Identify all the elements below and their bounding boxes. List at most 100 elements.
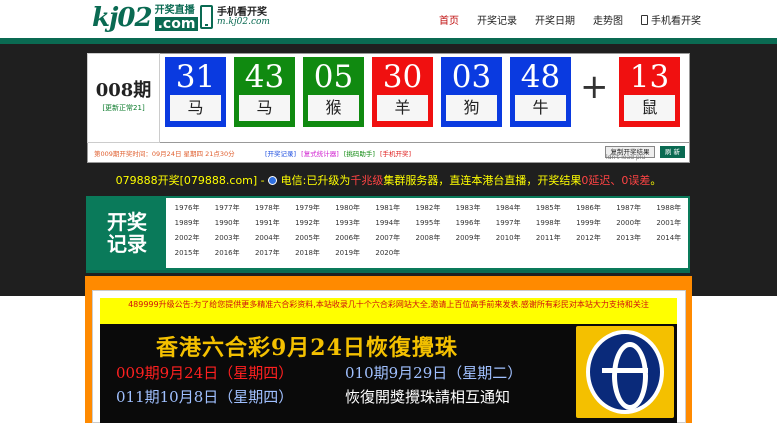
year-link[interactable]: 2003年 (207, 231, 247, 246)
year-link[interactable]: 1984年 (488, 201, 528, 216)
year-link[interactable]: 2017年 (247, 246, 287, 261)
ball-number: 05 (313, 59, 354, 95)
ticker-part-3: 千兆级 (350, 174, 384, 187)
next-draw-time: 第009期开奖时间：09月24日 星期四 21点30分 (94, 150, 235, 158)
year-link[interactable]: 1983年 (448, 201, 488, 216)
nav-home[interactable]: 首页 (439, 12, 459, 27)
refresh-button[interactable]: 刷 新 (660, 146, 685, 158)
logo-main: kj02 (92, 3, 153, 33)
ball-zodiac: 牛 (515, 95, 566, 121)
year-link[interactable]: 2000年 (609, 216, 649, 231)
year-link[interactable]: 1998年 (528, 216, 568, 231)
ball-zodiac: 马 (170, 95, 221, 121)
year-link[interactable]: 2008年 (408, 231, 448, 246)
banner-row-1a: 009期9月24日（星期四） (116, 364, 294, 382)
mobile-text: 手机看开奖 m.kj02.com (217, 7, 270, 28)
nav-mobile[interactable]: 手机看开奖 (641, 12, 701, 27)
banner-row-1b: 010期9月29日（星期二） (345, 364, 523, 382)
ball-number: 31 (175, 59, 216, 95)
year-grid: 1976年 1977年 1978年 1979年 1980年 1981年 1982年 1983年… (166, 198, 688, 268)
year-link[interactable]: 1995年 (408, 216, 448, 231)
year-link[interactable]: 1993年 (328, 216, 368, 231)
year-link[interactable]: 2018年 (287, 246, 327, 261)
year-link[interactable]: 2019年 (328, 246, 368, 261)
special-ball: 13 鼠 (619, 57, 680, 127)
ball-number: 43 (244, 59, 285, 95)
year-link[interactable]: 2011年 (528, 231, 568, 246)
announcement-ticker: 079888开奖[079888.com] - 电信:已升级为千兆级集群服务器，直… (0, 172, 777, 188)
year-link[interactable]: 1982年 (408, 201, 448, 216)
year-link[interactable]: 1989年 (167, 216, 207, 231)
year-link[interactable]: 1996年 (448, 216, 488, 231)
year-link[interactable]: 2007年 (368, 231, 408, 246)
year-link[interactable]: 2015年 (167, 246, 207, 261)
link-pick-helper[interactable]: [挑码助手] (344, 150, 375, 158)
year-link[interactable]: 1977年 (207, 201, 247, 216)
ball-6: 48 牛 (510, 57, 571, 127)
plugin-error-text: ldn't load plu (606, 154, 646, 161)
telecom-icon (268, 176, 278, 185)
ball-number: 48 (520, 59, 561, 95)
year-link[interactable]: 2002年 (167, 231, 207, 246)
year-link[interactable]: 1981年 (368, 201, 408, 216)
year-link[interactable]: 2005年 (287, 231, 327, 246)
year-link[interactable]: 2001年 (649, 216, 689, 231)
year-link[interactable]: 1979年 (287, 201, 327, 216)
year-link[interactable]: 1990年 (207, 216, 247, 231)
resume-draw-banner: 香港六合彩9月24日恢復攪珠 009期9月24日（星期四） 010期9月29日（… (100, 324, 677, 423)
records-title: 开奖 记录 (88, 198, 166, 268)
year-link[interactable]: 1986年 (568, 201, 608, 216)
main-nav: 首页 开奖记录 开奖日期 走势图 手机看开奖 (430, 0, 710, 38)
banner-row-2a: 011期10月8日（星期四） (116, 388, 294, 406)
year-link[interactable]: 2020年 (368, 246, 408, 261)
year-link[interactable]: 1988年 (649, 201, 689, 216)
ticker-part-1[interactable]: 079888开奖[079888.com] - (116, 174, 265, 187)
period-box: 008期 [更新正常21] (87, 53, 160, 143)
year-link[interactable]: 1978年 (247, 201, 287, 216)
draw-info-bar: 第009期开奖时间：09月24日 星期四 21点30分 [开奖记录] [复式统计… (87, 143, 690, 163)
year-link[interactable]: 1991年 (247, 216, 287, 231)
ball-4: 30 羊 (372, 57, 433, 127)
banner-row-2b: 恢復開獎攪珠請相互通知 (345, 388, 511, 406)
ticker-part-4: 集群服务器，直连本港台直播，开奖结果 (383, 174, 582, 187)
link-mobile-draw[interactable]: [手机开奖] (380, 150, 411, 158)
year-link[interactable]: 1985年 (528, 201, 568, 216)
year-link[interactable]: 1992年 (287, 216, 327, 231)
nav-mobile-label: 手机看开奖 (651, 15, 701, 27)
ticker-part-6: 。 (650, 174, 662, 187)
year-link[interactable]: 2006年 (328, 231, 368, 246)
banner-title: 香港六合彩9月24日恢復攪珠 (156, 335, 458, 361)
year-link[interactable]: 1997年 (488, 216, 528, 231)
year-link[interactable]: 1994年 (368, 216, 408, 231)
year-link[interactable]: 2009年 (448, 231, 488, 246)
year-link[interactable]: 1980年 (328, 201, 368, 216)
year-link[interactable]: 1976年 (167, 201, 207, 216)
mobile-url: m.kj02.com (217, 16, 270, 27)
year-link[interactable]: 1999年 (568, 216, 608, 231)
ball-zodiac: 鼠 (624, 95, 675, 121)
ball-number: 13 (629, 59, 670, 95)
link-records[interactable]: [开奖记录] (265, 150, 296, 158)
nav-trend[interactable]: 走势图 (593, 12, 623, 27)
ball-zodiac: 狗 (446, 95, 497, 121)
nav-records[interactable]: 开奖记录 (477, 12, 517, 27)
ball-zodiac: 马 (239, 95, 290, 121)
period-status: [更新正常21] (102, 104, 145, 112)
mobile-site-link[interactable]: 手机看开奖 m.kj02.com (200, 5, 270, 29)
ball-3: 05 猴 (303, 57, 364, 127)
phone-small-icon (641, 14, 648, 25)
year-link[interactable]: 1987年 (609, 201, 649, 216)
year-link[interactable]: 2004年 (247, 231, 287, 246)
plus-sign: + (580, 67, 609, 107)
year-link[interactable]: 2010年 (488, 231, 528, 246)
site-logo[interactable]: kj02 开奖直播 .com (92, 3, 199, 33)
tool-links: [开奖记录] [复式统计器] [挑码助手] [手机开奖] (265, 148, 414, 158)
ball-number: 03 (451, 59, 492, 95)
link-combo-calculator[interactable]: [复式统计器] (301, 150, 339, 158)
ball-zodiac: 猴 (308, 95, 359, 121)
year-link[interactable]: 2016年 (207, 246, 247, 261)
nav-dates[interactable]: 开奖日期 (535, 12, 575, 27)
year-link[interactable]: 2013年 (609, 231, 649, 246)
year-link[interactable]: 2012年 (568, 231, 608, 246)
year-link[interactable]: 2014年 (649, 231, 689, 246)
